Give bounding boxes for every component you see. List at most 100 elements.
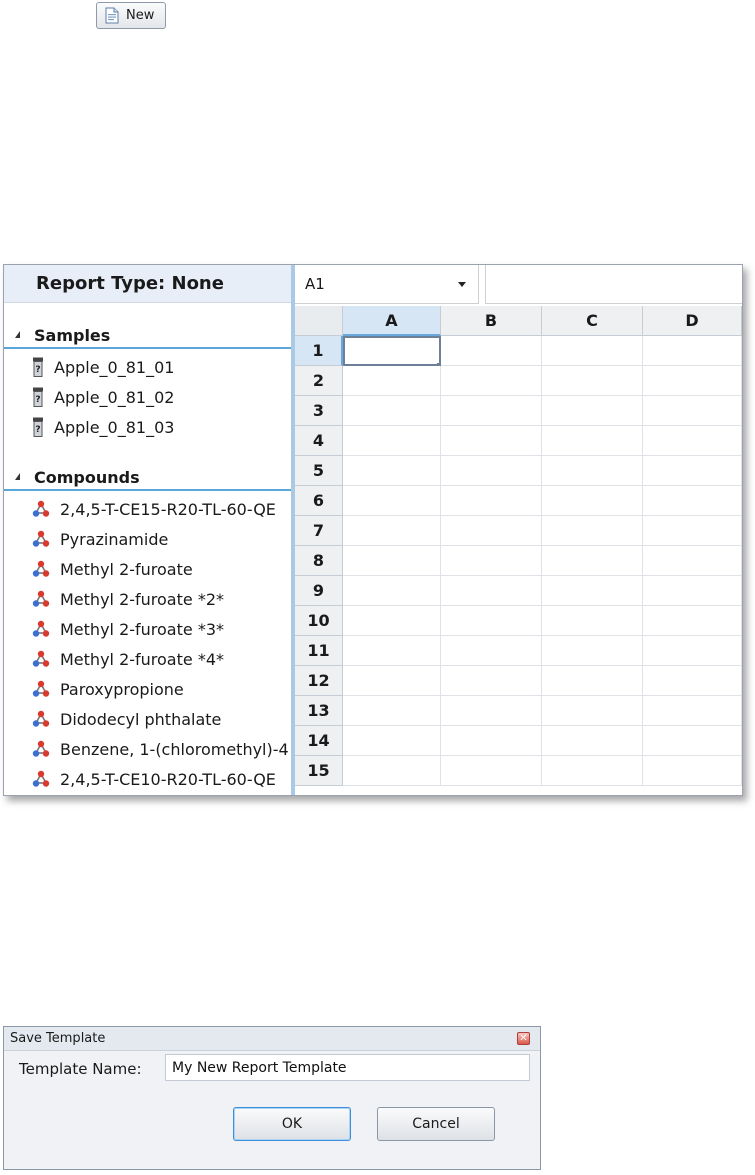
- grid-cell[interactable]: [343, 696, 441, 726]
- grid-cell[interactable]: [441, 426, 542, 456]
- row-header-13[interactable]: 13: [295, 696, 343, 726]
- column-header-d[interactable]: D: [643, 306, 742, 336]
- sample-list-item[interactable]: ? Apple_0_81_03: [4, 412, 291, 442]
- sample-list-item[interactable]: ? Apple_0_81_02: [4, 382, 291, 412]
- new-button[interactable]: New: [96, 2, 166, 29]
- grid-cell[interactable]: [643, 426, 742, 456]
- grid-cell[interactable]: [542, 396, 643, 426]
- grid-cell[interactable]: [643, 606, 742, 636]
- grid-cell[interactable]: [441, 366, 542, 396]
- grid-cell[interactable]: [441, 606, 542, 636]
- grid-cell[interactable]: [343, 456, 441, 486]
- grid-cell[interactable]: [542, 546, 643, 576]
- compound-list-item[interactable]: Benzene, 1-(chloromethyl)-4: [4, 734, 291, 764]
- template-name-input[interactable]: [165, 1054, 530, 1081]
- row-header-5[interactable]: 5: [295, 456, 343, 486]
- grid-cell[interactable]: [643, 756, 742, 786]
- grid-cell[interactable]: [441, 636, 542, 666]
- collapse-triangle-icon[interactable]: [15, 331, 20, 338]
- grid-cell[interactable]: [643, 456, 742, 486]
- dropdown-arrow-icon[interactable]: [458, 282, 466, 287]
- column-header-a[interactable]: A: [343, 306, 441, 336]
- active-cell[interactable]: [343, 336, 441, 366]
- grid-cell[interactable]: [643, 336, 742, 366]
- grid-cell[interactable]: [542, 696, 643, 726]
- grid-cell[interactable]: [643, 666, 742, 696]
- name-box[interactable]: A1: [295, 265, 479, 304]
- grid-cell[interactable]: [343, 396, 441, 426]
- row-header-2[interactable]: 2: [295, 366, 343, 396]
- compound-list-item[interactable]: Methyl 2-furoate *2*: [4, 584, 291, 614]
- row-header-1[interactable]: 1: [295, 336, 343, 366]
- grid-cell[interactable]: [542, 606, 643, 636]
- row-header-15[interactable]: 15: [295, 756, 343, 786]
- row-header-12[interactable]: 12: [295, 666, 343, 696]
- select-all-corner[interactable]: [295, 306, 343, 336]
- grid-cell[interactable]: [542, 426, 643, 456]
- column-header-b[interactable]: B: [441, 306, 542, 336]
- compound-list-item[interactable]: Didodecyl phthalate: [4, 704, 291, 734]
- grid-cell[interactable]: [441, 576, 542, 606]
- grid-cell[interactable]: [542, 516, 643, 546]
- row-header-14[interactable]: 14: [295, 726, 343, 756]
- grid-cell[interactable]: [441, 756, 542, 786]
- compound-list-item[interactable]: Paroxypropione: [4, 674, 291, 704]
- grid-cell[interactable]: [643, 546, 742, 576]
- grid-cell[interactable]: [441, 456, 542, 486]
- grid-cell[interactable]: [542, 456, 643, 486]
- grid-cell[interactable]: [343, 426, 441, 456]
- grid-cell[interactable]: [542, 576, 643, 606]
- ok-button[interactable]: OK: [233, 1107, 351, 1141]
- compound-list-item[interactable]: Pyrazinamide: [4, 524, 291, 554]
- row-header-3[interactable]: 3: [295, 396, 343, 426]
- compound-list-item[interactable]: 2,4,5-T-CE15-R20-TL-60-QE: [4, 494, 291, 524]
- grid-cell[interactable]: [441, 516, 542, 546]
- grid-cell[interactable]: [542, 336, 643, 366]
- compound-list-item[interactable]: Methyl 2-furoate: [4, 554, 291, 584]
- grid-cell[interactable]: [343, 756, 441, 786]
- grid-cell[interactable]: [643, 366, 742, 396]
- row-header-6[interactable]: 6: [295, 486, 343, 516]
- close-icon[interactable]: ✕: [517, 1032, 530, 1045]
- row-header-8[interactable]: 8: [295, 546, 343, 576]
- sample-list-item[interactable]: ? Apple_0_81_01: [4, 352, 291, 382]
- grid-cell[interactable]: [343, 636, 441, 666]
- grid-cell[interactable]: [643, 396, 742, 426]
- column-header-c[interactable]: C: [542, 306, 643, 336]
- grid-cell[interactable]: [441, 666, 542, 696]
- compound-list-item[interactable]: Methyl 2-furoate *4*: [4, 644, 291, 674]
- grid-cell[interactable]: [542, 756, 643, 786]
- grid-cell[interactable]: [441, 696, 542, 726]
- grid-cell[interactable]: [343, 726, 441, 756]
- grid-cell[interactable]: [343, 666, 441, 696]
- cancel-button[interactable]: Cancel: [377, 1107, 495, 1141]
- formula-bar[interactable]: [485, 265, 742, 304]
- grid-cell[interactable]: [542, 666, 643, 696]
- grid-cell[interactable]: [441, 336, 542, 366]
- grid-cell[interactable]: [643, 636, 742, 666]
- grid-cell[interactable]: [542, 636, 643, 666]
- row-header-9[interactable]: 9: [295, 576, 343, 606]
- grid-cell[interactable]: [643, 516, 742, 546]
- grid-cell[interactable]: [441, 486, 542, 516]
- grid-cell[interactable]: [343, 366, 441, 396]
- row-header-11[interactable]: 11: [295, 636, 343, 666]
- grid-cell[interactable]: [343, 606, 441, 636]
- compound-list-item[interactable]: 2,4,5-T-CE10-R20-TL-60-QE: [4, 764, 291, 794]
- grid-cell[interactable]: [643, 486, 742, 516]
- compounds-section-header[interactable]: Compounds: [4, 465, 291, 491]
- grid-cell[interactable]: [542, 726, 643, 756]
- grid-cell[interactable]: [441, 396, 542, 426]
- grid-cell[interactable]: [542, 486, 643, 516]
- samples-section-header[interactable]: Samples: [4, 323, 291, 349]
- grid-cell[interactable]: [343, 546, 441, 576]
- grid-cell[interactable]: [343, 576, 441, 606]
- grid-cell[interactable]: [542, 366, 643, 396]
- grid-cell[interactable]: [643, 726, 742, 756]
- collapse-triangle-icon[interactable]: [15, 473, 20, 480]
- grid-cell[interactable]: [343, 486, 441, 516]
- grid-cell[interactable]: [441, 726, 542, 756]
- grid-cell[interactable]: [643, 696, 742, 726]
- grid-cell[interactable]: [643, 576, 742, 606]
- grid-cell[interactable]: [441, 546, 542, 576]
